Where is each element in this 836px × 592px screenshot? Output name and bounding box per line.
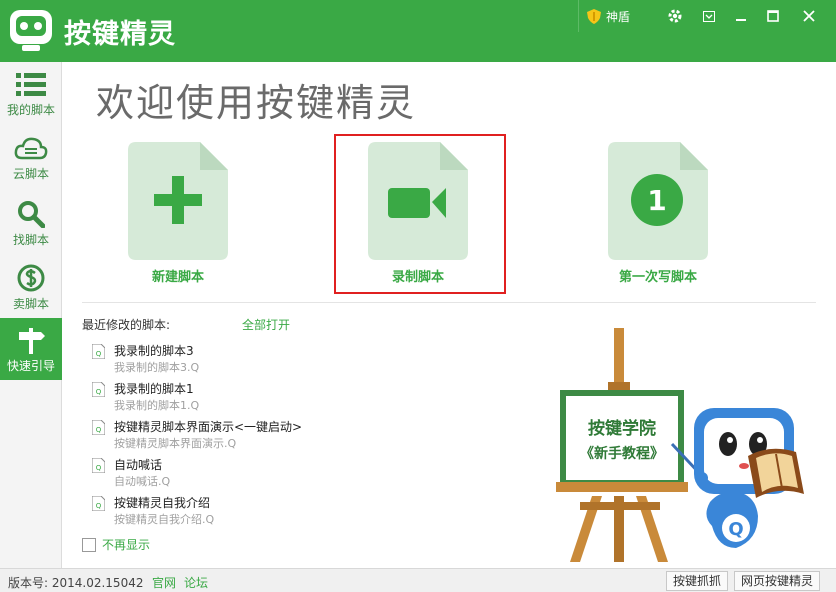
cloud-icon — [14, 137, 48, 160]
svg-text:Q: Q — [96, 350, 102, 358]
minimize-button[interactable] — [730, 6, 752, 26]
maximize-icon — [767, 10, 779, 22]
menu-button[interactable] — [698, 6, 720, 26]
no-show-option[interactable]: 不再显示 — [82, 536, 150, 553]
search-icon — [18, 201, 45, 228]
tutorial-illustration[interactable]: 按键学院 《新手教程》 Q — [552, 326, 822, 566]
script-name: 按键精灵脚本界面演示<一键启动> — [114, 420, 303, 434]
script-file: 我录制的脚本1.Q — [114, 399, 200, 412]
number-one-badge: 1 — [647, 184, 666, 217]
sidebar-item-sell-scripts[interactable]: 卖脚本 — [0, 256, 62, 318]
script-file-icon: Q — [92, 382, 105, 397]
list-icon — [16, 73, 46, 96]
forum-link[interactable]: 论坛 — [184, 574, 208, 591]
sidebar-item-label: 我的脚本 — [6, 103, 55, 117]
official-site-link[interactable]: 官网 — [152, 574, 176, 591]
welcome-heading: 欢迎使用按键精灵 — [96, 81, 417, 125]
new-script-card[interactable] — [128, 142, 228, 260]
script-name: 按键精灵自我介绍 — [114, 496, 211, 510]
mascot-letter: Q — [728, 519, 743, 540]
recent-scripts-title: 最近修改的脚本: — [82, 318, 171, 332]
svg-text:Q: Q — [96, 464, 102, 472]
no-show-checkbox[interactable] — [82, 537, 96, 552]
close-button[interactable] — [798, 6, 820, 26]
dollar-icon — [17, 264, 45, 292]
sidebar-item-my-scripts[interactable]: 我的脚本 — [0, 64, 62, 126]
sidebar-item-find-scripts[interactable]: 找脚本 — [0, 192, 62, 254]
first-script-card[interactable]: 1 — [608, 142, 708, 260]
signpost-icon — [19, 328, 45, 354]
sidebar-item-cloud-scripts[interactable]: 云脚本 — [0, 128, 62, 190]
title-bar: 按键精灵 神盾 — [0, 0, 836, 62]
sidebar-item-label: 找脚本 — [12, 233, 49, 247]
svg-text:Q: Q — [96, 388, 102, 396]
app-title: 按键精灵 — [64, 19, 176, 50]
script-file: 自动喊话.Q — [114, 475, 171, 488]
script-file-icon: Q — [92, 458, 105, 473]
sidebar-item-label: 云脚本 — [12, 167, 49, 181]
sidebar-item-quick-guide[interactable]: 快速引导 — [0, 318, 62, 380]
record-script-highlight — [334, 134, 506, 294]
close-icon — [803, 10, 815, 22]
first-script-label[interactable]: 第一次写脚本 — [593, 266, 723, 285]
settings-button[interactable] — [664, 6, 686, 26]
script-file: 按键精灵脚本界面演示.Q — [114, 437, 237, 450]
script-name: 我录制的脚本1 — [114, 382, 194, 396]
script-file: 我录制的脚本3.Q — [114, 361, 200, 374]
svg-text:Q: Q — [96, 426, 102, 434]
menu-icon — [703, 10, 715, 22]
section-divider — [82, 302, 816, 303]
script-file: 按键精灵自我介绍.Q — [114, 513, 215, 526]
shield-button[interactable]: 神盾 — [578, 0, 630, 32]
board-subtitle: 《新手教程》 — [580, 445, 664, 462]
script-name: 自动喊话 — [114, 458, 163, 472]
gear-icon — [668, 9, 682, 23]
capture-tool-button[interactable]: 按键抓抓 — [666, 571, 729, 591]
sidebar-item-label: 卖脚本 — [12, 297, 49, 311]
script-name: 我录制的脚本3 — [114, 344, 194, 358]
shield-icon — [587, 8, 601, 24]
sidebar: 我的脚本 云脚本 找脚本 卖脚本 快速引导 — [0, 62, 62, 568]
list-item[interactable]: Q 我录制的脚本1 我录制的脚本1.Q — [92, 380, 372, 416]
version-label: 版本号: 2014.02.15042 — [8, 576, 144, 590]
sidebar-item-label: 快速引导 — [6, 359, 55, 373]
no-show-label: 不再显示 — [102, 538, 151, 552]
list-item[interactable]: Q 自动喊话 自动喊话.Q — [92, 456, 372, 492]
script-file-icon: Q — [92, 496, 105, 511]
minimize-icon — [736, 19, 746, 21]
list-item[interactable]: Q 按键精灵自我介绍 按键精灵自我介绍.Q — [92, 494, 372, 530]
svg-text:Q: Q — [96, 502, 102, 510]
web-script-button[interactable]: 网页按键精灵 — [734, 571, 821, 591]
open-all-link[interactable]: 全部打开 — [242, 316, 290, 333]
new-script-label[interactable]: 新建脚本 — [113, 266, 243, 285]
script-file-icon: Q — [92, 420, 105, 435]
robot-logo-icon — [10, 10, 52, 51]
script-file-icon: Q — [92, 344, 105, 359]
shield-label: 神盾 — [606, 9, 631, 24]
list-item[interactable]: Q 我录制的脚本3 我录制的脚本3.Q — [92, 342, 372, 378]
maximize-button[interactable] — [762, 6, 784, 26]
status-bar: 版本号: 2014.02.15042 官网 论坛 按键抓抓 网页按键精灵 — [0, 568, 836, 592]
board-title: 按键学院 — [588, 418, 656, 439]
list-item[interactable]: Q 按键精灵脚本界面演示<一键启动> 按键精灵脚本界面演示.Q — [92, 418, 372, 454]
